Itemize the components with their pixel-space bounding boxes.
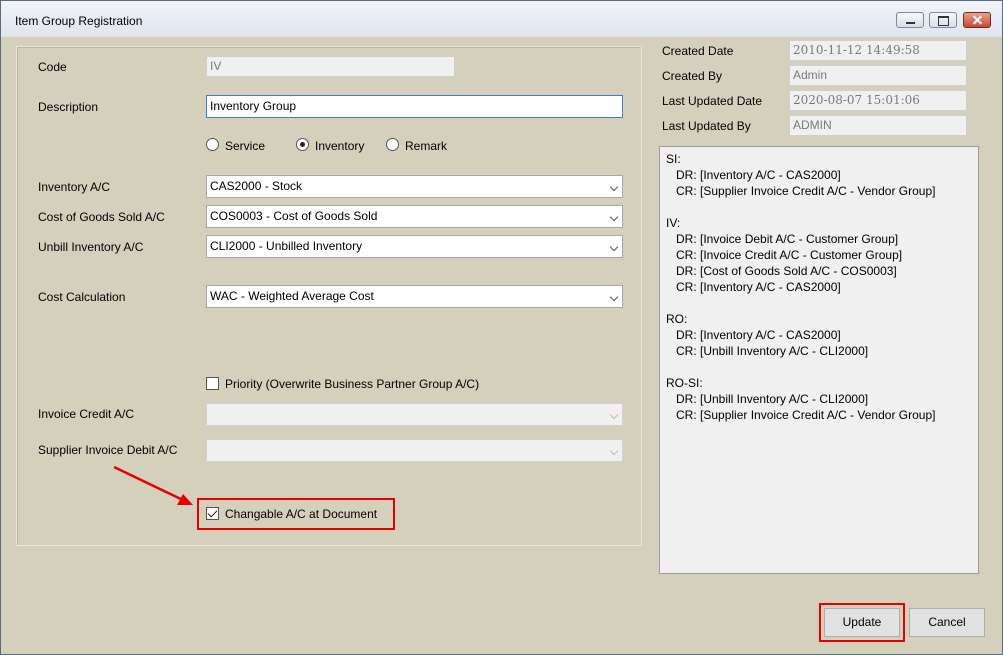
cogs-ac-value: COS0003 - Cost of Goods Sold bbox=[210, 209, 378, 223]
inventory-ac-select[interactable]: CAS2000 - Stock bbox=[206, 175, 623, 198]
inventory-ac-value: CAS2000 - Stock bbox=[210, 179, 303, 193]
created-by-field[interactable]: Admin bbox=[789, 65, 967, 86]
chevron-down-icon bbox=[609, 242, 619, 252]
posting-info-box[interactable]: SI: DR: [Inventory A/C - CAS2000] CR: [S… bbox=[659, 146, 979, 574]
changable-ac-label[interactable]: Changable A/C at Document bbox=[225, 507, 377, 521]
created-by-label: Created By bbox=[662, 69, 723, 83]
last-updated-by-label: Last Updated By bbox=[662, 119, 751, 133]
chevron-down-icon bbox=[609, 182, 619, 192]
window-title: Item Group Registration bbox=[15, 14, 143, 28]
inventory-ac-label: Inventory A/C bbox=[38, 180, 111, 194]
radio-inventory[interactable] bbox=[296, 138, 309, 151]
invoice-credit-ac-label: Invoice Credit A/C bbox=[38, 407, 135, 421]
radio-inventory-label[interactable]: Inventory bbox=[315, 139, 364, 153]
supplier-invoice-debit-ac-select[interactable] bbox=[206, 439, 623, 462]
chevron-down-icon bbox=[609, 446, 619, 456]
cogs-ac-select[interactable]: COS0003 - Cost of Goods Sold bbox=[206, 205, 623, 228]
radio-service[interactable] bbox=[206, 138, 219, 151]
invoice-credit-ac-select[interactable] bbox=[206, 403, 623, 426]
update-button[interactable]: Update bbox=[824, 608, 900, 637]
chevron-down-icon bbox=[609, 410, 619, 420]
unbill-inventory-ac-select[interactable]: CLI2000 - Unbilled Inventory bbox=[206, 235, 623, 258]
cost-calculation-label: Cost Calculation bbox=[38, 290, 126, 304]
last-updated-date-label: Last Updated Date bbox=[662, 94, 763, 108]
unbill-inventory-ac-value: CLI2000 - Unbilled Inventory bbox=[210, 239, 363, 253]
supplier-invoice-debit-ac-label: Supplier Invoice Debit A/C bbox=[38, 443, 178, 457]
created-date-field[interactable]: 2010-11-12 14:49:58 bbox=[789, 40, 967, 61]
close-icon bbox=[964, 13, 990, 27]
code-label: Code bbox=[38, 60, 67, 74]
chevron-down-icon bbox=[609, 292, 619, 302]
radio-remark[interactable] bbox=[386, 138, 399, 151]
cancel-button[interactable]: Cancel bbox=[909, 608, 985, 637]
priority-checkbox[interactable] bbox=[206, 377, 219, 390]
cost-calculation-value: WAC - Weighted Average Cost bbox=[210, 289, 374, 303]
last-updated-by-field[interactable]: ADMIN bbox=[789, 115, 967, 136]
cost-calculation-select[interactable]: WAC - Weighted Average Cost bbox=[206, 285, 623, 308]
radio-service-label[interactable]: Service bbox=[225, 139, 265, 153]
minimize-button[interactable] bbox=[896, 12, 924, 28]
item-group-registration-window: Item Group Registration Code IV Descript… bbox=[0, 0, 1003, 655]
annotation-arrow-icon bbox=[113, 465, 193, 505]
description-label: Description bbox=[38, 100, 99, 114]
description-input[interactable]: Inventory Group bbox=[206, 95, 623, 118]
code-field[interactable]: IV bbox=[206, 56, 455, 77]
unbill-inventory-ac-label: Unbill Inventory A/C bbox=[38, 240, 144, 254]
cogs-ac-label: Cost of Goods Sold A/C bbox=[38, 210, 165, 224]
minimize-icon bbox=[897, 13, 923, 27]
maximize-icon bbox=[930, 13, 956, 27]
maximize-button[interactable] bbox=[929, 12, 957, 28]
title-bar[interactable]: Item Group Registration bbox=[1, 1, 1002, 37]
priority-label[interactable]: Priority (Overwrite Business Partner Gro… bbox=[225, 377, 479, 391]
changable-ac-checkbox[interactable] bbox=[206, 507, 219, 520]
radio-remark-label[interactable]: Remark bbox=[405, 139, 447, 153]
close-button[interactable] bbox=[963, 12, 991, 28]
chevron-down-icon bbox=[609, 212, 619, 222]
created-date-label: Created Date bbox=[662, 44, 734, 58]
last-updated-date-field[interactable]: 2020-08-07 15:01:06 bbox=[789, 90, 967, 111]
